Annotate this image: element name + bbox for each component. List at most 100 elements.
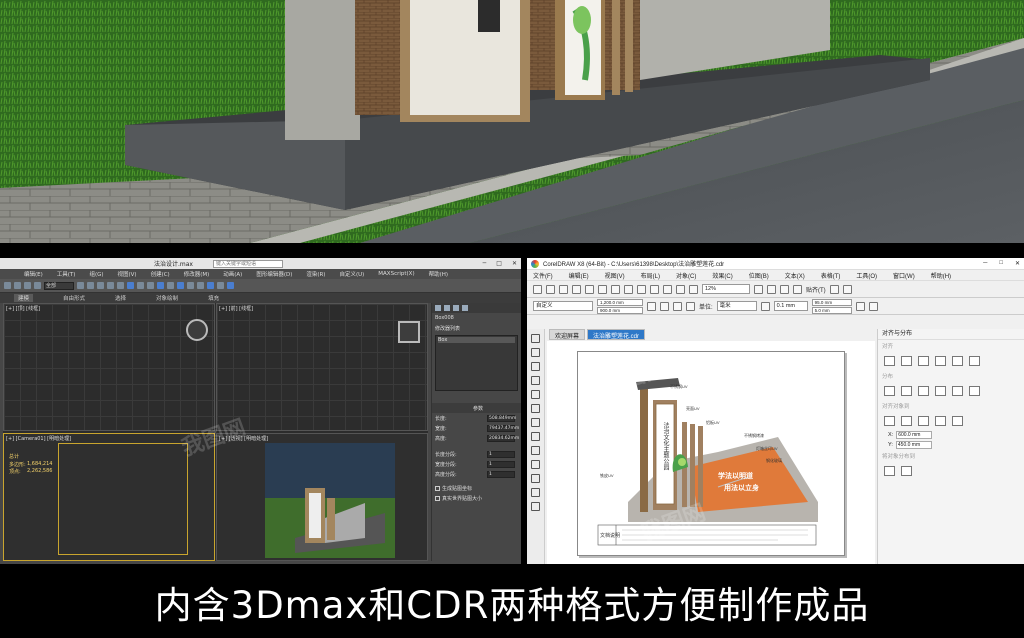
- param-height-segs-input[interactable]: 1: [487, 470, 515, 478]
- align-center-h-icon[interactable]: [901, 356, 912, 366]
- freehand-tool-icon[interactable]: [531, 390, 540, 399]
- dist-right-icon[interactable]: [935, 386, 946, 396]
- save-icon[interactable]: [559, 284, 568, 294]
- max-search-input[interactable]: 键入关键字或短语: [212, 259, 283, 268]
- open-icon[interactable]: [546, 284, 555, 294]
- paste-icon[interactable]: [611, 284, 620, 294]
- dist-to-page-icon[interactable]: [901, 466, 912, 476]
- pos-x-input[interactable]: 600.0 mm: [896, 431, 933, 439]
- move-icon[interactable]: [97, 282, 104, 289]
- tab-document[interactable]: 法治雕塑莲花.cdr: [587, 329, 646, 340]
- schematic-icon[interactable]: [197, 282, 204, 289]
- tab-freeform[interactable]: 自由形式: [63, 294, 85, 302]
- cdr-minimize-icon[interactable]: ─: [983, 260, 987, 267]
- cdr-menu-edit[interactable]: 编辑(E): [569, 271, 589, 280]
- cdr-maximize-icon[interactable]: □: [999, 260, 1003, 267]
- current-page-icon[interactable]: [686, 301, 695, 311]
- dist-left-icon[interactable]: [884, 386, 895, 396]
- export-icon[interactable]: [676, 284, 685, 294]
- link-icon[interactable]: [24, 282, 31, 289]
- tab-populate[interactable]: 填充: [208, 294, 219, 302]
- layer-icon[interactable]: [177, 282, 184, 289]
- new-icon[interactable]: [533, 284, 542, 294]
- params-header[interactable]: 参数: [432, 403, 521, 413]
- tab-object-paint[interactable]: 对象绘制: [156, 294, 178, 302]
- scale-icon[interactable]: [117, 282, 124, 289]
- print-icon[interactable]: [572, 284, 581, 294]
- align-to-page-center-icon[interactable]: [918, 416, 929, 426]
- cdr-menu-help[interactable]: 帮助(H): [931, 271, 951, 280]
- cdr-menu-layout[interactable]: 布局(L): [641, 271, 660, 280]
- cdr-menu-tools[interactable]: 工具(O): [856, 271, 877, 280]
- viewcube-icon[interactable]: [186, 319, 208, 341]
- align-bottom-icon[interactable]: [969, 356, 980, 366]
- front-viewcube-icon[interactable]: [398, 321, 420, 343]
- max-menu-create[interactable]: 创建(C): [151, 270, 170, 278]
- cdr-menu-table[interactable]: 表格(T): [821, 271, 841, 280]
- max-menu-group[interactable]: 组(G): [89, 270, 103, 278]
- pick-tool-icon[interactable]: [531, 334, 540, 343]
- cdr-close-icon[interactable]: ✕: [1015, 260, 1020, 267]
- create-tab-icon[interactable]: [435, 305, 441, 311]
- grid-icon[interactable]: [780, 284, 789, 294]
- options-gear-icon[interactable]: [829, 284, 839, 294]
- maximize-icon[interactable]: □: [496, 260, 502, 267]
- drawing-canvas[interactable]: 法治文化主题公园 学法以明道 用法以立身 不锈钢UV 亮面UV 铝板UV 不锈钢…: [547, 341, 875, 564]
- full-screen-icon[interactable]: [754, 284, 763, 294]
- param-width-segs-input[interactable]: 1: [487, 460, 515, 468]
- percent-snap-icon[interactable]: [147, 282, 154, 289]
- max-menu-view[interactable]: 视图(V): [118, 270, 137, 278]
- rulers-icon[interactable]: [767, 284, 776, 294]
- object-name-field[interactable]: Box008: [435, 315, 454, 321]
- motion-tab-icon[interactable]: [462, 305, 468, 311]
- max-menu-render[interactable]: 渲染(R): [306, 270, 325, 278]
- rotate-icon[interactable]: [107, 282, 114, 289]
- tab-welcome-screen[interactable]: 欢迎屏幕: [549, 329, 586, 340]
- align-top-icon[interactable]: [935, 356, 946, 366]
- tab-selection[interactable]: 选择: [115, 294, 126, 302]
- param-width-input[interactable]: 79437.47mm: [487, 424, 519, 432]
- hierarchy-tab-icon[interactable]: [453, 305, 459, 311]
- zoom-tool-icon[interactable]: [531, 376, 540, 385]
- units-dropdown[interactable]: 毫米: [716, 301, 757, 311]
- max-menu-animation[interactable]: 动画(A): [223, 270, 242, 278]
- publish-pdf-icon[interactable]: [689, 284, 698, 294]
- snap-to-dropdown[interactable]: 贴齐(T): [806, 285, 826, 294]
- max-menu-tools[interactable]: 工具(T): [57, 270, 76, 278]
- max-menu-edit[interactable]: 编辑(E): [24, 270, 43, 278]
- modifier-stack[interactable]: Box: [435, 335, 518, 391]
- redo-icon[interactable]: [14, 282, 21, 289]
- angle-snap-icon[interactable]: [137, 282, 144, 289]
- param-length-segs-input[interactable]: 1: [487, 450, 515, 458]
- align-right-icon[interactable]: [918, 356, 929, 366]
- align-to-active-icon[interactable]: [884, 416, 895, 426]
- minimize-icon[interactable]: ─: [483, 260, 487, 267]
- modify-tab-icon[interactable]: [444, 305, 450, 311]
- text-tool-icon[interactable]: [531, 460, 540, 469]
- app-launcher-icon[interactable]: [842, 284, 852, 294]
- artistic-media-icon[interactable]: [531, 404, 540, 413]
- real-world-checkbox[interactable]: [435, 495, 440, 501]
- tab-modeling[interactable]: 建模: [14, 294, 34, 302]
- treat-as-filled-icon[interactable]: [868, 301, 878, 311]
- copy-icon[interactable]: [598, 284, 607, 294]
- render-icon[interactable]: [227, 282, 234, 289]
- select-icon[interactable]: [77, 282, 84, 289]
- render-setup-icon[interactable]: [217, 282, 224, 289]
- select-by-name-icon[interactable]: [87, 282, 94, 289]
- unlink-icon[interactable]: [34, 282, 41, 289]
- import-icon[interactable]: [663, 284, 672, 294]
- modifier-stack-item[interactable]: Box: [438, 337, 515, 343]
- align-center-v-icon[interactable]: [952, 356, 963, 366]
- page-width-input[interactable]: 1,200.0 mm: [597, 298, 643, 306]
- gen-mapping-checkbox[interactable]: [435, 485, 440, 491]
- pos-y-input[interactable]: 450.0 mm: [895, 441, 932, 449]
- param-length-input[interactable]: 508.849mm: [487, 414, 516, 422]
- viewport-top[interactable]: [3, 303, 215, 431]
- dist-bottom-icon[interactable]: [969, 386, 980, 396]
- cdr-menu-bitmaps[interactable]: 位图(B): [749, 271, 769, 280]
- dist-spacing-icon[interactable]: [918, 386, 929, 396]
- cdr-menu-object[interactable]: 对象(C): [676, 271, 696, 280]
- viewport-front[interactable]: [216, 303, 428, 431]
- cdr-menu-view[interactable]: 视图(V): [605, 271, 625, 280]
